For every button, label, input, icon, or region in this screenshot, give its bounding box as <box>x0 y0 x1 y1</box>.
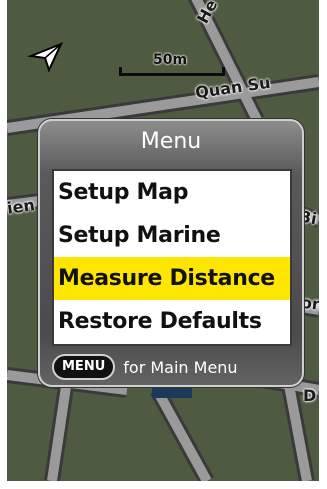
menu-title: Menu <box>140 129 202 154</box>
menu-footer: MENU for Main Menu <box>52 354 238 380</box>
street-label: D <box>303 386 317 405</box>
map-scale-label: 50m <box>153 52 188 68</box>
menu-item-restore-defaults[interactable]: Restore Defaults <box>54 300 290 343</box>
menu-key-icon[interactable]: MENU <box>52 354 116 380</box>
menu-item-setup-marine[interactable]: Setup Marine <box>54 214 290 257</box>
navigation-arrow-icon <box>27 42 63 72</box>
menu-list: Setup Map Setup Marine Measure Distance … <box>52 169 292 346</box>
menu-item-measure-distance[interactable]: Measure Distance <box>54 257 290 300</box>
menu-dialog: Menu Setup Map Setup Marine Measure Dist… <box>38 119 304 387</box>
map-scale-bar <box>119 67 225 76</box>
menu-item-setup-map[interactable]: Setup Map <box>54 171 290 214</box>
menu-hint: for Main Menu <box>123 357 238 377</box>
street-label: ien <box>7 195 36 218</box>
